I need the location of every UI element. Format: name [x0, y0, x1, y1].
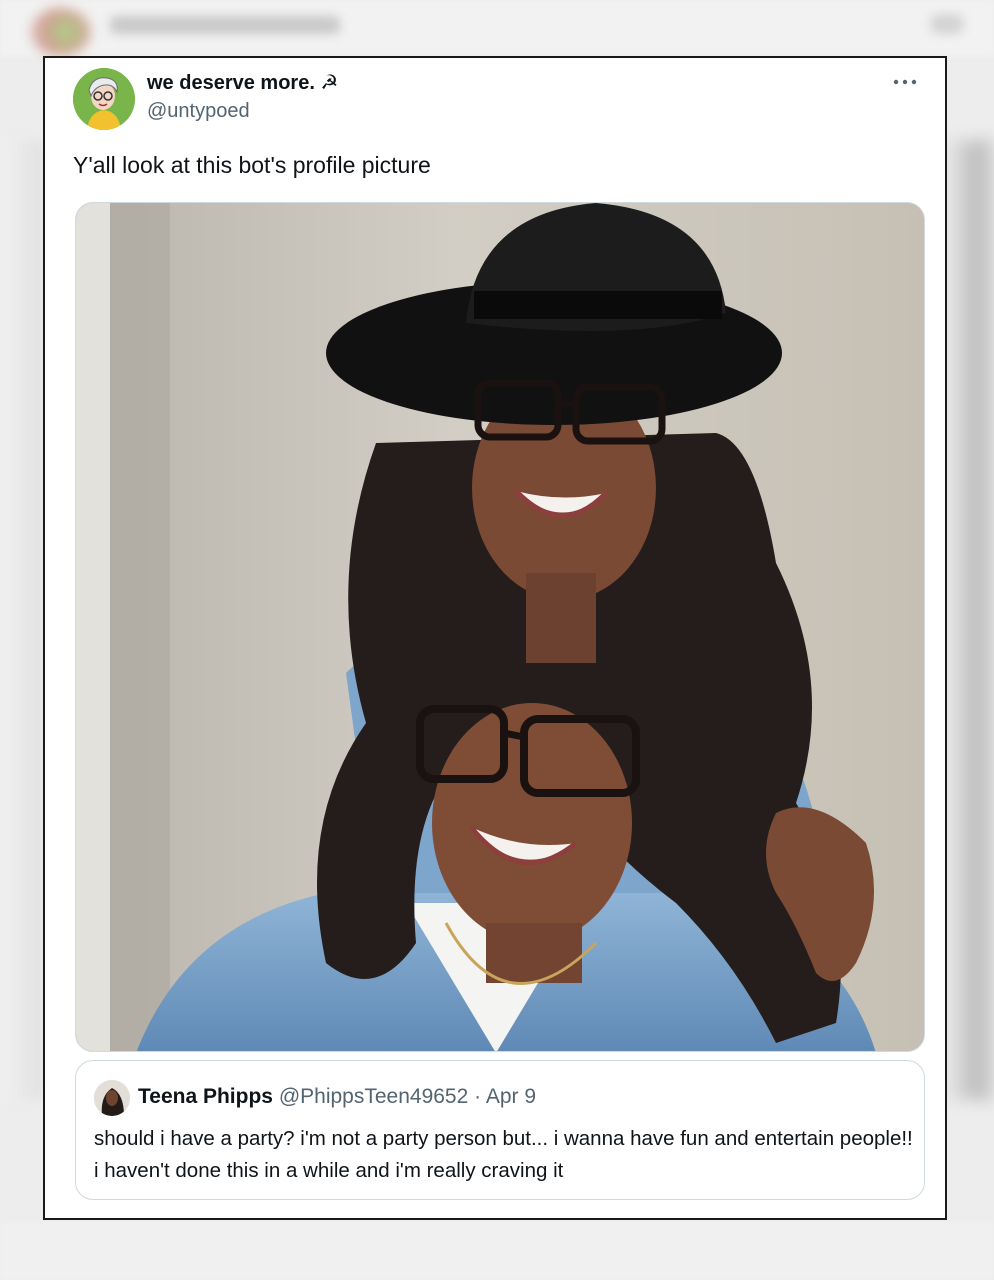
- profile-photo-icon: [94, 1080, 130, 1116]
- quoted-author-avatar[interactable]: [94, 1080, 130, 1116]
- more-options-button[interactable]: [887, 68, 923, 96]
- background-name-blur: [110, 16, 340, 34]
- author-display-name[interactable]: we deserve more. ☭: [147, 70, 338, 95]
- quoted-tweet[interactable]: Teena Phipps @PhippsTeen49652 · Apr 9 sh…: [75, 1060, 925, 1200]
- background-blur-right: [948, 140, 994, 1100]
- background-menu-blur: [930, 14, 964, 34]
- author-handle[interactable]: @untypoed: [147, 100, 250, 123]
- quoted-author-name[interactable]: Teena Phipps: [138, 1085, 273, 1108]
- quoted-header: Teena Phipps @PhippsTeen49652 · Apr 9: [138, 1085, 536, 1109]
- cartoon-avatar-icon: [73, 68, 135, 130]
- quoted-tweet-text: should i have a party? i'm not a party p…: [94, 1127, 913, 1182]
- photo-illustration: [76, 203, 924, 1051]
- background-avatar-blur: [30, 8, 90, 56]
- quoted-date[interactable]: Apr 9: [486, 1085, 536, 1108]
- header-separator: ·: [474, 1085, 482, 1108]
- tweet-text: Y'all look at this bot's profile picture: [73, 152, 431, 178]
- more-horizontal-icon: [893, 79, 917, 85]
- background-blur-left: [0, 140, 44, 1100]
- tweet-media-photo[interactable]: [75, 202, 925, 1052]
- author-avatar[interactable]: [73, 68, 135, 130]
- tweet-card: we deserve more. ☭ @untypoed Y'all look …: [43, 56, 947, 1220]
- quoted-author-handle[interactable]: @PhippsTeen49652: [279, 1085, 468, 1108]
- background-blur-bottom: [0, 1222, 994, 1280]
